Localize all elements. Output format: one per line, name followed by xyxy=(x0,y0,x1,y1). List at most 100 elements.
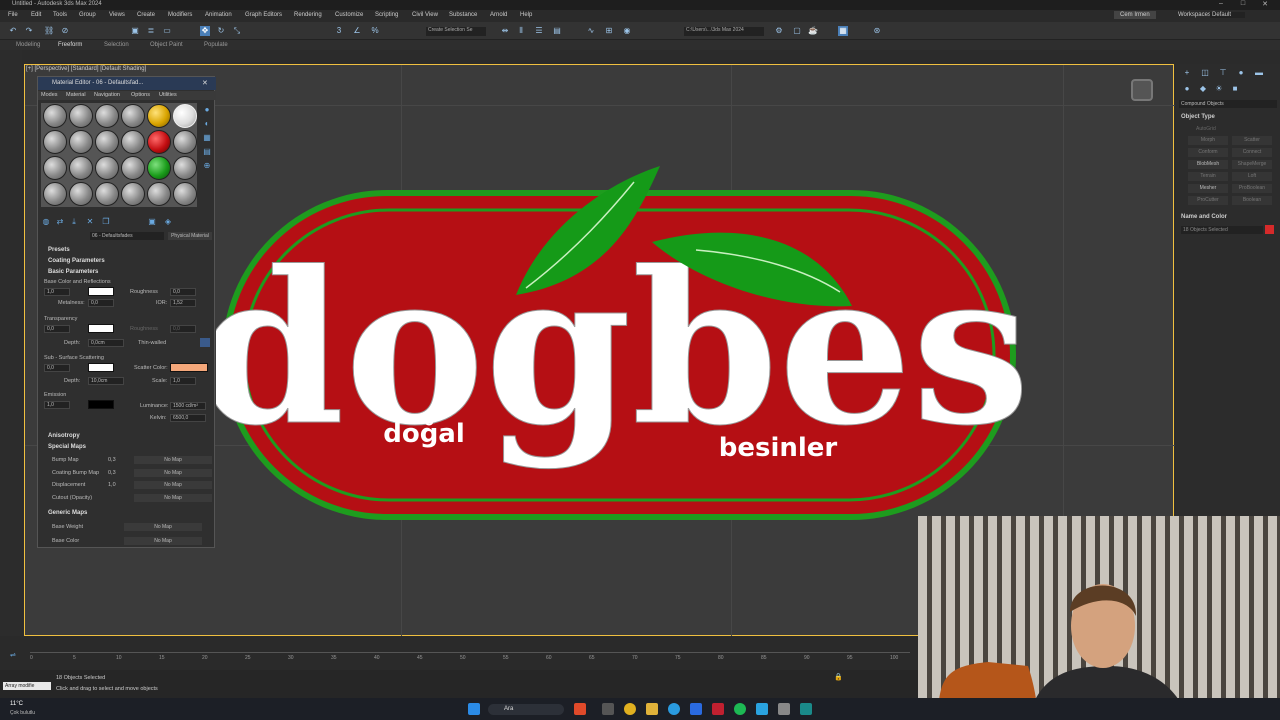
unlink-icon[interactable]: ⊘ xyxy=(60,26,70,36)
material-name-field[interactable]: 06 - Defaultsfades xyxy=(90,232,164,240)
menu-substance[interactable]: Substance xyxy=(449,12,477,18)
menu-arnold[interactable]: Arnold xyxy=(490,12,507,18)
help-icon[interactable]: ⊛ xyxy=(872,26,882,36)
object-type-button[interactable]: ShapeMerge xyxy=(1232,160,1272,169)
name-color-header[interactable]: Name and Color xyxy=(1181,214,1227,220)
menu-views[interactable]: Views xyxy=(109,12,125,18)
roughness-input[interactable]: 0,0 xyxy=(170,288,196,296)
material-editor-icon[interactable]: ◉ xyxy=(622,26,632,36)
menu-utilities[interactable]: Utilities xyxy=(159,92,177,98)
object-type-button[interactable]: BlobMesh xyxy=(1188,160,1228,169)
menu-create[interactable]: Create xyxy=(137,12,155,18)
no-map-button[interactable]: No Map xyxy=(134,494,212,502)
no-map-button[interactable]: No Map xyxy=(134,481,212,489)
scatter-color-swatch[interactable] xyxy=(170,363,208,372)
material-slot[interactable] xyxy=(69,130,93,154)
sss-input[interactable]: 0,0 xyxy=(44,364,70,372)
material-slot[interactable] xyxy=(173,156,197,180)
maxscript-listener[interactable]: Array modifie xyxy=(3,682,51,690)
material-slot[interactable] xyxy=(69,104,93,128)
spotify-icon[interactable] xyxy=(734,703,746,715)
move-icon[interactable]: ✥ xyxy=(200,26,210,36)
settings-icon[interactable] xyxy=(778,703,790,715)
assign-material-icon[interactable]: ⤓ xyxy=(69,217,79,227)
base-weight-input[interactable]: 1,0 xyxy=(44,288,70,296)
material-slot[interactable] xyxy=(43,104,67,128)
dogbes-logo[interactable]: dogbes doğal besinler xyxy=(216,160,1022,526)
material-slot[interactable] xyxy=(43,182,67,206)
special-map-label[interactable]: Coating Bump Map xyxy=(52,470,99,476)
mail-icon[interactable] xyxy=(690,703,702,715)
emission-color-swatch[interactable] xyxy=(88,400,114,409)
menu-animation[interactable]: Animation xyxy=(205,12,232,18)
close-icon[interactable]: ✕ xyxy=(202,79,208,87)
start-icon[interactable] xyxy=(468,703,480,715)
rollout-basic[interactable]: Basic Parameters xyxy=(48,269,98,275)
redo-icon[interactable]: ↷ xyxy=(24,26,34,36)
thin-walled-label[interactable]: Thin-walled xyxy=(138,340,166,346)
3dsmax-icon[interactable] xyxy=(800,703,812,715)
select-object-icon[interactable]: ▣ xyxy=(130,26,140,36)
rollout-coating[interactable]: Coating Parameters xyxy=(48,258,105,264)
viewcube-icon[interactable] xyxy=(1131,79,1153,101)
sss-color-swatch[interactable] xyxy=(88,363,114,372)
special-map-value[interactable]: 0,3 xyxy=(108,457,116,463)
select-by-material-icon[interactable]: ⊕ xyxy=(202,161,212,171)
material-slot[interactable] xyxy=(173,130,197,154)
schematic-icon[interactable]: ⊞ xyxy=(604,26,614,36)
metalness-input[interactable]: 0,0 xyxy=(88,299,114,307)
background-icon[interactable]: ▦ xyxy=(202,133,212,143)
maximize-button[interactable]: □ xyxy=(1234,0,1252,10)
show-map-icon[interactable]: ▣ xyxy=(147,217,157,227)
generic-map-label[interactable]: Base Color xyxy=(52,538,79,544)
material-slot[interactable] xyxy=(95,104,119,128)
menu-material[interactable]: Material xyxy=(66,92,86,98)
sss-depth-input[interactable]: 10,0cm xyxy=(88,377,124,385)
show-end-result-icon[interactable]: ◈ xyxy=(163,217,173,227)
material-slot[interactable] xyxy=(69,156,93,180)
sample-type-icon[interactable]: ● xyxy=(202,105,212,115)
viewport-label[interactable]: [+] [Perspective] [Standard] [Default Sh… xyxy=(26,66,146,72)
ribbon-toggle-icon[interactable]: ▤ xyxy=(552,26,562,36)
autogrid-checkbox[interactable]: AutoGrid xyxy=(1196,126,1216,132)
file-explorer-icon[interactable] xyxy=(646,703,658,715)
generic-map-label[interactable]: Base Weight xyxy=(52,524,83,530)
kelvin-input[interactable]: 6500,0 xyxy=(170,414,206,422)
menu-rendering[interactable]: Rendering xyxy=(294,12,322,18)
selection-set-dropdown[interactable]: Create Selection Se xyxy=(426,27,486,36)
tab-freeform[interactable]: Freeform xyxy=(58,42,82,48)
object-color-swatch[interactable] xyxy=(1265,225,1274,234)
copilot-icon[interactable] xyxy=(574,703,586,715)
material-slot-red[interactable] xyxy=(147,130,171,154)
menu-customize[interactable]: Customize xyxy=(335,12,363,18)
rollout-special-maps[interactable]: Special Maps xyxy=(48,444,86,450)
create-tab-icon[interactable]: + xyxy=(1182,68,1192,78)
tab-object-paint[interactable]: Object Paint xyxy=(150,42,183,48)
lock-icon[interactable] xyxy=(200,338,210,347)
menu-civil-view[interactable]: Civil View xyxy=(412,12,438,18)
tab-populate[interactable]: Populate xyxy=(204,42,228,48)
menu-options[interactable]: Options xyxy=(131,92,150,98)
close-button[interactable]: ✕ xyxy=(1256,0,1274,10)
render-frame-icon[interactable]: ▢ xyxy=(792,26,802,36)
reset-icon[interactable]: ✕ xyxy=(85,217,95,227)
object-type-button[interactable]: ProCutter xyxy=(1188,196,1228,205)
project-path[interactable]: C:\Users\...\3ds Max 2024 xyxy=(684,27,764,36)
material-slot-white[interactable] xyxy=(173,104,197,128)
render-icon[interactable]: ☕ xyxy=(808,26,818,36)
cameras-icon[interactable]: ■ xyxy=(1230,84,1240,94)
lock-selection-icon[interactable]: 🔒 xyxy=(834,673,843,681)
undo-icon[interactable]: ↶ xyxy=(8,26,18,36)
menu-modes[interactable]: Modes xyxy=(41,92,58,98)
special-map-label[interactable]: Bump Map xyxy=(52,457,79,463)
modify-tab-icon[interactable]: ◫ xyxy=(1200,68,1210,78)
material-slot[interactable] xyxy=(121,182,145,206)
scale-input[interactable]: 1,0 xyxy=(170,377,196,385)
rotate-icon[interactable]: ↻ xyxy=(216,26,226,36)
tab-selection[interactable]: Selection xyxy=(104,42,129,48)
object-type-button[interactable]: Boolean xyxy=(1232,196,1272,205)
menu-help[interactable]: Help xyxy=(520,12,532,18)
transparency-color-swatch[interactable] xyxy=(88,324,114,333)
material-slot[interactable] xyxy=(95,156,119,180)
rollout-presets[interactable]: Presets xyxy=(48,247,70,253)
